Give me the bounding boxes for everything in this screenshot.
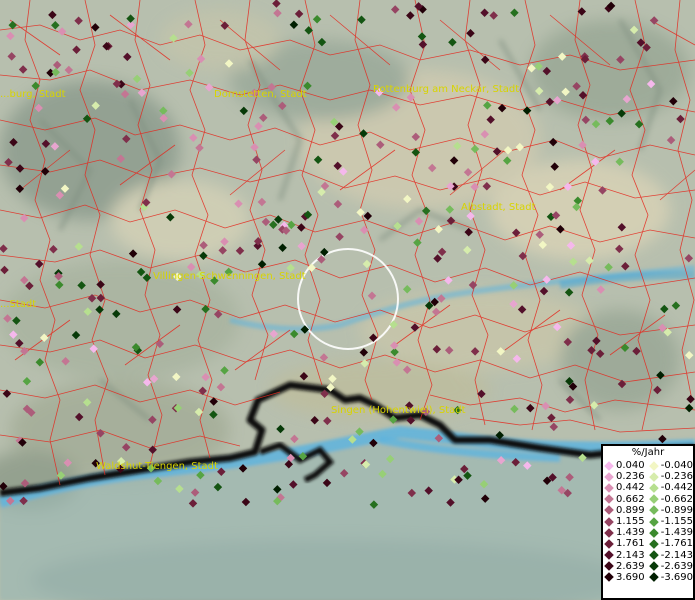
legend-row: 0.040 -0.040 bbox=[603, 460, 693, 471]
legend-value: -2.639 bbox=[660, 560, 693, 572]
legend-negative-entry: -1.155 bbox=[648, 516, 693, 527]
legend-row: 1.439 -1.439 bbox=[603, 527, 693, 538]
legend-swatch-icon bbox=[649, 460, 659, 471]
legend-value: -0.662 bbox=[660, 493, 693, 505]
legend: %/Jahr 0.040 -0.040 0.236 -0.236 0.442 -0.442… bbox=[601, 444, 695, 600]
legend-swatch-icon bbox=[604, 460, 614, 471]
city-label: Waldshut-Tiengen, Stadt bbox=[96, 461, 218, 472]
legend-negative-entry: -3.690 bbox=[648, 572, 693, 583]
legend-row: 1.761 -1.761 bbox=[603, 538, 693, 549]
legend-value: 0.040 bbox=[616, 460, 645, 471]
legend-swatch-icon bbox=[604, 527, 614, 538]
legend-positive-entry: 2.143 bbox=[603, 550, 648, 561]
city-label: Singen (Hohentwiel), Stadt bbox=[331, 405, 466, 416]
legend-value: 0.899 bbox=[616, 504, 645, 516]
legend-negative-entry: -2.143 bbox=[648, 550, 693, 561]
legend-swatch-icon bbox=[649, 561, 659, 572]
legend-swatch-icon bbox=[649, 472, 659, 482]
city-label: Albstadt, Stadt bbox=[461, 202, 536, 213]
terrain-map[interactable]: ...burg, Stadt Dornstetten, Stadt Rotten… bbox=[0, 0, 695, 600]
legend-swatch-icon bbox=[649, 572, 659, 583]
legend-swatch-icon bbox=[649, 527, 659, 538]
legend-value: -3.690 bbox=[660, 571, 693, 583]
legend-negative-entry: -1.439 bbox=[648, 527, 693, 538]
legend-value: -0.040 bbox=[660, 460, 693, 471]
legend-row: 0.236 -0.236 bbox=[603, 471, 693, 482]
legend-negative-entry: -0.040 bbox=[648, 460, 693, 471]
legend-value: 1.761 bbox=[616, 538, 645, 550]
legend-swatch-icon bbox=[604, 494, 614, 504]
legend-negative-entry: -0.236 bbox=[648, 471, 693, 482]
legend-negative-entry: -0.899 bbox=[648, 505, 693, 516]
legend-value: -0.442 bbox=[660, 482, 693, 494]
legend-negative-entry: -2.639 bbox=[648, 561, 693, 572]
legend-negative-entry: -0.442 bbox=[648, 482, 693, 493]
legend-swatch-icon bbox=[604, 516, 614, 527]
city-label: Dornstetten, Stadt bbox=[214, 89, 307, 100]
city-label: ...Stadt bbox=[0, 299, 36, 310]
legend-positive-entry: 0.899 bbox=[603, 505, 648, 516]
legend-value: 2.143 bbox=[616, 549, 645, 561]
legend-positive-entry: 1.155 bbox=[603, 516, 648, 527]
legend-value: 1.439 bbox=[616, 527, 645, 539]
legend-positive-entry: 0.040 bbox=[603, 460, 648, 471]
legend-swatch-icon bbox=[604, 539, 614, 549]
legend-swatch-icon bbox=[649, 550, 659, 560]
legend-row: 2.639 -2.639 bbox=[603, 561, 693, 572]
legend-value: 1.155 bbox=[616, 515, 645, 527]
legend-swatch-icon bbox=[649, 494, 659, 504]
legend-rows: 0.040 -0.040 0.236 -0.236 0.442 -0.442 0.662 -0… bbox=[603, 460, 693, 583]
legend-value: -2.143 bbox=[660, 549, 693, 561]
legend-value: 0.236 bbox=[616, 471, 645, 483]
legend-row: 3.690 -3.690 bbox=[603, 572, 693, 583]
legend-value: -1.761 bbox=[660, 538, 693, 550]
legend-value: 0.442 bbox=[616, 482, 645, 494]
legend-value: -1.439 bbox=[660, 527, 693, 539]
legend-positive-entry: 0.236 bbox=[603, 471, 648, 482]
legend-swatch-icon bbox=[649, 539, 659, 549]
legend-positive-entry: 1.761 bbox=[603, 538, 648, 549]
legend-positive-entry: 1.439 bbox=[603, 527, 648, 538]
city-label: ...burg, Stadt bbox=[0, 89, 66, 100]
legend-row: 1.155 -1.155 bbox=[603, 516, 693, 527]
legend-swatch-icon bbox=[604, 471, 614, 482]
legend-positive-entry: 3.690 bbox=[603, 572, 648, 583]
city-label: Villingen-Schwenningen, Stadt bbox=[153, 271, 306, 282]
legend-swatch-icon bbox=[604, 561, 614, 572]
legend-swatch-icon bbox=[604, 505, 614, 516]
legend-value: -0.236 bbox=[660, 471, 693, 483]
legend-positive-entry: 0.662 bbox=[603, 494, 648, 505]
legend-negative-entry: -1.761 bbox=[648, 538, 693, 549]
legend-row: 2.143 -2.143 bbox=[603, 550, 693, 561]
legend-swatch-icon bbox=[604, 483, 614, 493]
legend-positive-entry: 0.442 bbox=[603, 482, 648, 493]
city-label: Rottenburg am Neckar, Stadt bbox=[373, 84, 519, 95]
legend-positive-entry: 2.639 bbox=[603, 561, 648, 572]
legend-swatch-icon bbox=[604, 572, 614, 583]
legend-swatch-icon bbox=[649, 505, 659, 516]
legend-swatch-icon bbox=[649, 483, 659, 493]
legend-title: %/Jahr bbox=[631, 447, 665, 458]
legend-negative-entry: -0.662 bbox=[648, 494, 693, 505]
legend-value: -1.155 bbox=[660, 515, 693, 527]
legend-row: 0.662 -0.662 bbox=[603, 494, 693, 505]
legend-swatch-icon bbox=[649, 516, 659, 527]
legend-swatch-icon bbox=[604, 550, 614, 560]
legend-value: 0.662 bbox=[616, 493, 645, 505]
legend-value: 3.690 bbox=[616, 571, 645, 583]
legend-value: 2.639 bbox=[616, 560, 645, 572]
legend-value: -0.899 bbox=[660, 504, 693, 516]
legend-row: 0.442 -0.442 bbox=[603, 482, 693, 493]
legend-row: 0.899 -0.899 bbox=[603, 505, 693, 516]
